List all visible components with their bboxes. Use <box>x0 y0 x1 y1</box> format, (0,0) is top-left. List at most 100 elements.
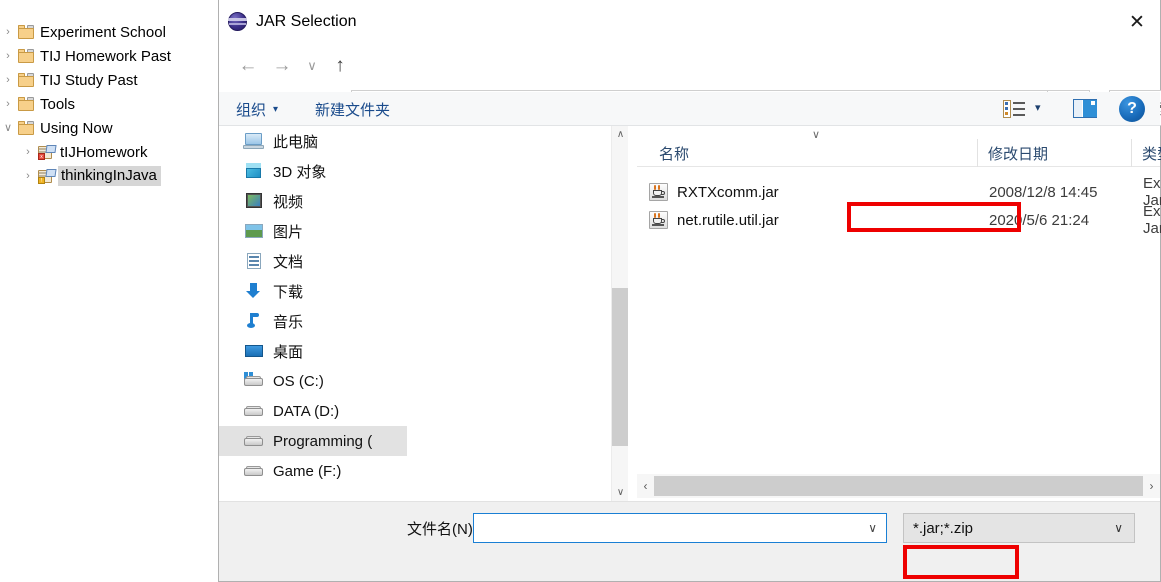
desktop-icon <box>243 341 265 361</box>
scroll-left-icon[interactable]: ‹ <box>637 474 654 498</box>
new-folder-button[interactable]: 新建文件夹 <box>315 92 390 126</box>
scrollbar-thumb[interactable] <box>654 476 1143 496</box>
nav-item-3d-objects[interactable]: 3D 对象 <box>219 156 407 186</box>
documents-icon <box>243 251 265 271</box>
nav-item-videos[interactable]: 视频 <box>219 186 407 216</box>
file-list-header: 名称 修改日期 类型 大小 <box>637 139 1161 167</box>
help-icon[interactable]: ? <box>1119 96 1145 122</box>
navigation-pane-scrollbar[interactable]: ∧ ∨ <box>611 126 629 501</box>
column-header-date[interactable]: 修改日期 <box>977 139 1131 167</box>
chevron-right-icon[interactable]: › <box>0 50 16 62</box>
scroll-up-icon[interactable]: ∧ <box>612 126 629 143</box>
package-icon <box>16 95 38 113</box>
table-row[interactable]: RXTXcomm.jar 2008/12/8 14:45 Executable … <box>637 175 1161 209</box>
tree-row[interactable]: › Tools <box>0 92 218 116</box>
back-icon[interactable]: ← <box>233 48 263 84</box>
close-icon[interactable]: ✕ <box>1114 3 1160 40</box>
nav-item-os-c[interactable]: OS (C:) <box>219 366 407 396</box>
scroll-down-icon[interactable]: ∨ <box>612 484 629 501</box>
file-name-label: RXTXcomm.jar <box>677 183 779 201</box>
chevron-down-icon[interactable]: ∨ <box>0 122 16 134</box>
file-date-cell: 2008/12/8 14:45 <box>989 183 1098 201</box>
file-type-cell: Executable Jar File <box>1143 175 1161 209</box>
jar-selection-dialog: JAR Selection ✕ ← → ∨ ↑ › 此电脑 › Programm… <box>218 0 1161 582</box>
jar-file-icon <box>649 183 669 201</box>
videos-icon <box>243 191 265 211</box>
nav-item-programming-e[interactable]: Programming ( <box>219 426 407 456</box>
file-list[interactable]: ∨ 名称 修改日期 类型 大小 RXTXcomm.jar 2008/12/8 1… <box>637 126 1161 501</box>
nav-item-downloads[interactable]: 下载 <box>219 276 407 306</box>
this-pc-icon <box>243 131 265 151</box>
dialog-title: JAR Selection <box>256 12 357 30</box>
table-row[interactable]: net.rutile.util.jar 2020/5/6 21:24 Execu… <box>637 203 1161 237</box>
nav-item-label: 音乐 <box>273 313 304 331</box>
package-icon <box>16 47 38 65</box>
project-warning-icon: ! <box>36 167 58 185</box>
nav-item-label: 视频 <box>273 193 304 211</box>
tree-item-label: Experiment School <box>40 23 166 41</box>
scroll-right-icon[interactable]: › <box>1143 474 1160 498</box>
nav-item-label: 3D 对象 <box>273 163 327 181</box>
tree-item-label: TIJ Study Past <box>40 71 138 89</box>
organize-label: 组织 <box>236 101 267 119</box>
nav-item-label: OS (C:) <box>273 372 324 390</box>
organize-button[interactable]: 组织 ▾ <box>236 92 278 126</box>
ide-package-explorer[interactable]: › Experiment School › TIJ Homework Past … <box>0 0 218 582</box>
tree-row[interactable]: › x tIJHomework <box>0 140 218 164</box>
nav-item-desktop[interactable]: 桌面 <box>219 336 407 366</box>
project-error-icon: x <box>36 143 58 161</box>
nav-item-label: 桌面 <box>273 343 304 361</box>
file-type-cell: Executable Jar File <box>1143 203 1161 237</box>
java-duke-icon <box>228 11 248 32</box>
navigation-pane[interactable]: 此电脑 3D 对象 视频 图片 文档 下载 音乐 桌面 OS (C:) DATA… <box>219 126 407 501</box>
command-bar: 组织 ▾ 新建文件夹 ▾ ? <box>219 92 1160 126</box>
nav-item-game-f[interactable]: Game (F:) <box>219 456 407 486</box>
file-type-filter-select[interactable]: *.jar;*.zip ∨ <box>903 513 1135 543</box>
file-name-cell[interactable]: RXTXcomm.jar <box>649 178 779 206</box>
chevron-right-icon[interactable]: › <box>20 170 36 182</box>
downloads-icon <box>243 281 265 301</box>
chevron-down-icon[interactable]: ▾ <box>1035 101 1041 114</box>
chevron-down-icon[interactable]: ∨ <box>1114 521 1134 535</box>
file-name-label: net.rutile.util.jar <box>677 211 779 229</box>
chevron-right-icon[interactable]: › <box>0 74 16 86</box>
tree-item-label: Tools <box>40 95 76 113</box>
chevron-down-icon[interactable]: ∨ <box>868 521 886 535</box>
nav-item-this-pc[interactable]: 此电脑 <box>219 126 407 156</box>
pane-splitter[interactable] <box>628 126 637 501</box>
view-list-icon[interactable] <box>1003 100 1025 118</box>
package-icon <box>16 23 38 41</box>
tree-item-label: tIJHomework <box>60 143 148 161</box>
filename-input[interactable]: ∨ <box>473 513 887 543</box>
chevron-right-icon[interactable]: › <box>20 146 36 158</box>
nav-item-pictures[interactable]: 图片 <box>219 216 407 246</box>
preview-pane-icon[interactable] <box>1073 99 1097 118</box>
tree-row-selected[interactable]: › ! thinkingInJava <box>0 164 218 188</box>
column-header-name[interactable]: 名称 <box>649 139 977 167</box>
chevron-right-icon[interactable]: › <box>0 98 16 110</box>
column-header-type[interactable]: 类型 <box>1131 139 1161 167</box>
nav-item-data-d[interactable]: DATA (D:) <box>219 396 407 426</box>
file-name-cell[interactable]: net.rutile.util.jar <box>649 206 779 234</box>
tree-item-label: TIJ Homework Past <box>40 47 171 65</box>
filename-label: 文件名(N): <box>407 521 477 538</box>
recent-locations-icon[interactable]: ∨ <box>297 48 327 84</box>
jar-file-icon <box>649 211 669 229</box>
3d-objects-icon <box>243 161 265 181</box>
package-icon <box>16 71 38 89</box>
tree-row[interactable]: › TIJ Study Past <box>0 68 218 92</box>
scrollbar-thumb[interactable] <box>612 288 629 446</box>
nav-item-music[interactable]: 音乐 <box>219 306 407 336</box>
forward-icon[interactable]: → <box>267 48 297 84</box>
address-toolbar: ← → ∨ ↑ › 此电脑 › Programming (E:) › Java … <box>219 40 1161 126</box>
nav-item-label: 此电脑 <box>273 133 319 151</box>
tree-row[interactable]: ∨ Using Now <box>0 116 218 140</box>
nav-item-documents[interactable]: 文档 <box>219 246 407 276</box>
tree-row[interactable]: › Experiment School <box>0 20 218 44</box>
tree-row[interactable]: › TIJ Homework Past <box>0 44 218 68</box>
up-icon[interactable]: ↑ <box>325 48 355 84</box>
file-list-hscrollbar[interactable]: ‹ › <box>637 474 1160 498</box>
dialog-titlebar[interactable]: JAR Selection ✕ <box>219 3 1160 40</box>
drive-os-icon <box>243 371 265 391</box>
chevron-right-icon[interactable]: › <box>0 26 16 38</box>
